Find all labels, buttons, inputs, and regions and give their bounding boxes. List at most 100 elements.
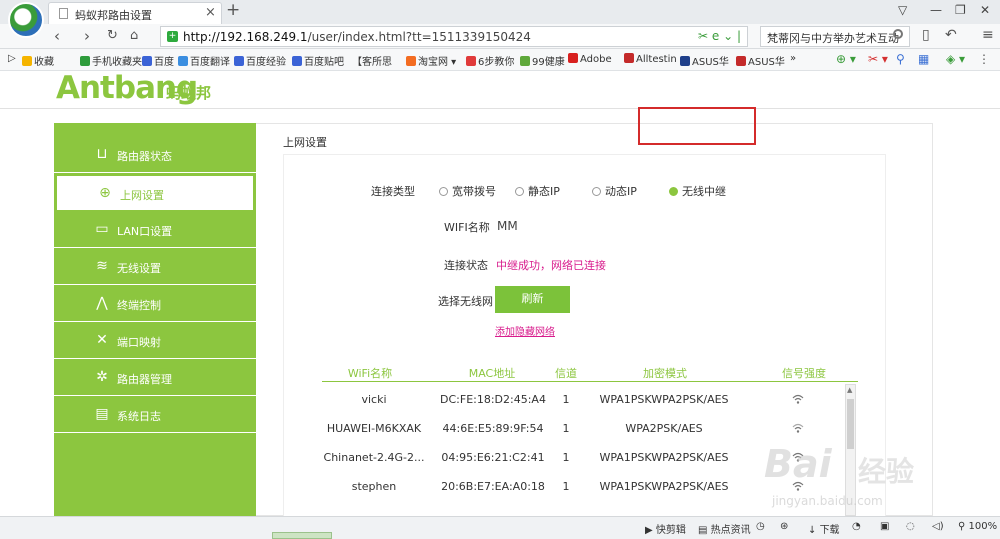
more-bookmarks-icon[interactable]: » <box>790 53 796 64</box>
extension-icon[interactable]: ⊕ ▾ <box>836 52 856 66</box>
refresh-button[interactable]: 刷新 <box>495 286 570 313</box>
tab-title: 蚂蚁邦路由设置 <box>75 9 152 22</box>
navigation-bar: ‹ › ↻ ⌂ + http://192.168.249.1/user/inde… <box>0 24 1000 49</box>
hot-news-button[interactable]: ▤ 热点资讯 <box>698 521 751 536</box>
sidebar-item-router-status[interactable]: ⊔ 路由器状态 <box>54 137 256 173</box>
scissors-icon[interactable]: ✂ ▾ <box>868 52 888 66</box>
url-text: http://192.168.249.1/user/index.html?tt=… <box>183 30 531 44</box>
bookmark-item[interactable]: 淘宝网 ▾ <box>406 53 456 68</box>
back-icon[interactable]: ‹ <box>54 27 60 45</box>
more-icon[interactable]: ⋮ <box>978 52 990 66</box>
undo-icon[interactable]: ↶ <box>945 27 957 43</box>
window-close-icon[interactable]: ✕ <box>980 3 990 17</box>
radio-dynamic-ip[interactable]: 动态IP <box>592 183 637 199</box>
select-network-label: 选择无线网 <box>438 295 493 308</box>
mac-cell: 04:95:E6:21:C2:41 <box>441 451 545 464</box>
channel-cell: 1 <box>562 480 570 493</box>
radio-dot <box>592 187 601 196</box>
bookmark-item[interactable]: 手机收藏夹 <box>80 53 142 68</box>
sidebar-item-internet-settings[interactable]: ⊕ 上网设置 <box>56 175 254 211</box>
address-bar[interactable]: + http://192.168.249.1/user/index.html?t… <box>160 26 748 47</box>
tools-icon: ✕ <box>96 332 108 348</box>
clean-icon[interactable]: ◌ <box>906 521 915 532</box>
bookmark-item[interactable]: 百度 <box>142 53 174 68</box>
mobile-icon[interactable]: ▯ <box>922 27 930 43</box>
search-ext-icon[interactable]: ⚲ <box>896 52 905 66</box>
bookmarks-toggle-icon[interactable]: ▷ <box>8 53 16 64</box>
bookmark-item[interactable]: ASUS华 <box>680 53 729 68</box>
restore-icon[interactable]: ❐ <box>955 3 966 17</box>
tab-close-icon[interactable]: × <box>205 5 216 20</box>
download-button[interactable]: ↓ 下载 <box>808 521 840 536</box>
scroll-up-icon[interactable]: ▲ <box>847 386 852 394</box>
sidebar-item-terminal-control[interactable]: ⋀ 终端控制 <box>54 286 256 322</box>
watermark-text: 经验 <box>858 455 915 488</box>
add-hidden-network-link[interactable]: 添加隐藏网络 <box>495 323 555 338</box>
column-header: WiFi名称 <box>347 367 393 380</box>
sidebar-item-system-log[interactable]: ▤ 系统日志 <box>54 397 256 433</box>
watermark-logo: Bai <box>764 442 832 486</box>
address-tools-icon[interactable]: ✂ e ⌄ | <box>698 29 741 43</box>
grid-icon[interactable]: ▦ <box>918 52 929 66</box>
wifi-icon: ≋ <box>96 258 108 274</box>
zoom-level[interactable]: ⚲ 100% <box>958 521 997 532</box>
connection-status-value: 中继成功，网络已连接 <box>496 259 606 272</box>
sidebar-item-label: 无线设置 <box>117 262 161 275</box>
terminal-control-icon: ⋀ <box>96 295 108 311</box>
sound-icon[interactable]: ◁) <box>932 521 944 532</box>
bookmark-item[interactable]: Adobe <box>568 53 612 65</box>
forward-icon[interactable]: › <box>84 27 90 45</box>
image-icon[interactable]: ▣ <box>880 521 889 532</box>
bookmark-item[interactable]: 6步教你 <box>466 53 514 68</box>
radio-static-ip[interactable]: 静态IP <box>515 183 560 199</box>
bookmark-item[interactable]: 【客所思 <box>352 53 392 68</box>
wifi-name-value: MM <box>497 219 518 233</box>
quick-edit-button[interactable]: ▶ 快剪辑 <box>645 521 686 536</box>
mac-cell: 44:6E:E5:89:9F:54 <box>442 422 544 435</box>
ssid-cell: vicki <box>361 393 387 406</box>
bookmark-item[interactable]: 99健康 <box>520 53 565 68</box>
sidebar-item-port-mapping[interactable]: ✕ 端口映射 <box>54 323 256 359</box>
bookmark-item[interactable]: ASUS华 <box>736 53 785 68</box>
radio-wireless-relay[interactable]: 无线中继 <box>669 183 726 199</box>
security-shield-icon: + <box>167 31 178 42</box>
bookmark-item[interactable]: Alltestin <box>624 53 677 65</box>
sidebar-item-wireless-settings[interactable]: ≋ 无线设置 <box>54 249 256 285</box>
home-icon[interactable]: ⌂ <box>130 28 138 43</box>
sidebar-item-router-management[interactable]: ✲ 路由器管理 <box>54 360 256 396</box>
table-row[interactable]: vicki DC:FE:18:D2:45:A4 1 WPA1PSKWPA2PSK… <box>322 386 842 416</box>
channel-cell: 1 <box>562 393 570 406</box>
highlight-annotation <box>638 107 756 145</box>
radio-pppoe[interactable]: 宽带拨号 <box>439 183 496 199</box>
browser-ext-icon[interactable]: ⊛ <box>780 521 788 532</box>
minimize-icon[interactable]: — <box>930 3 942 17</box>
search-input[interactable]: 梵蒂冈与中方举办艺术互动 <box>760 26 910 47</box>
taskbar-preview <box>272 532 332 539</box>
browser-logo-icon[interactable] <box>8 2 44 38</box>
log-icon: ▤ <box>95 406 109 422</box>
bookmark-item[interactable]: 百度经验 <box>234 53 286 68</box>
browser-tab[interactable]: 蚂蚁邦路由设置 × <box>48 2 222 24</box>
bookmark-item[interactable]: 收藏 <box>22 53 54 68</box>
sidebar-item-lan-settings[interactable]: ▭ LAN口设置 <box>54 212 256 248</box>
speed-icon[interactable]: ◔ <box>852 521 861 532</box>
ssid-cell: stephen <box>351 480 397 493</box>
brand-logo-cn: 蚂蚁邦 <box>166 84 212 102</box>
shield-ext-icon[interactable]: ◈ ▾ <box>946 52 965 66</box>
refresh-icon[interactable]: ↻ <box>107 28 118 43</box>
menu-icon[interactable]: ≡ <box>982 27 994 43</box>
bookmark-item[interactable]: 百度贴吧 <box>292 53 344 68</box>
new-tab-button[interactable]: + <box>226 0 240 20</box>
shirt-skin-icon[interactable]: ▽ <box>898 3 907 17</box>
router-status-icon: ⊔ <box>96 146 108 162</box>
column-header: 信号强度 <box>782 367 826 380</box>
bookmark-item[interactable]: 百度翻译 <box>178 53 230 68</box>
search-icon[interactable] <box>893 29 903 39</box>
sidebar-item-label: 终端控制 <box>117 299 161 312</box>
sidebar-item-label: 系统日志 <box>117 410 161 423</box>
header-divider <box>0 108 1000 109</box>
history-icon[interactable]: ◷ <box>756 521 765 532</box>
browser-window: { "browser": { "tab_title": "蚂蚁邦路由设置", "… <box>0 0 1000 539</box>
sidebar-item-label: 路由器状态 <box>117 150 172 163</box>
sidebar-item-label: 上网设置 <box>120 189 164 202</box>
